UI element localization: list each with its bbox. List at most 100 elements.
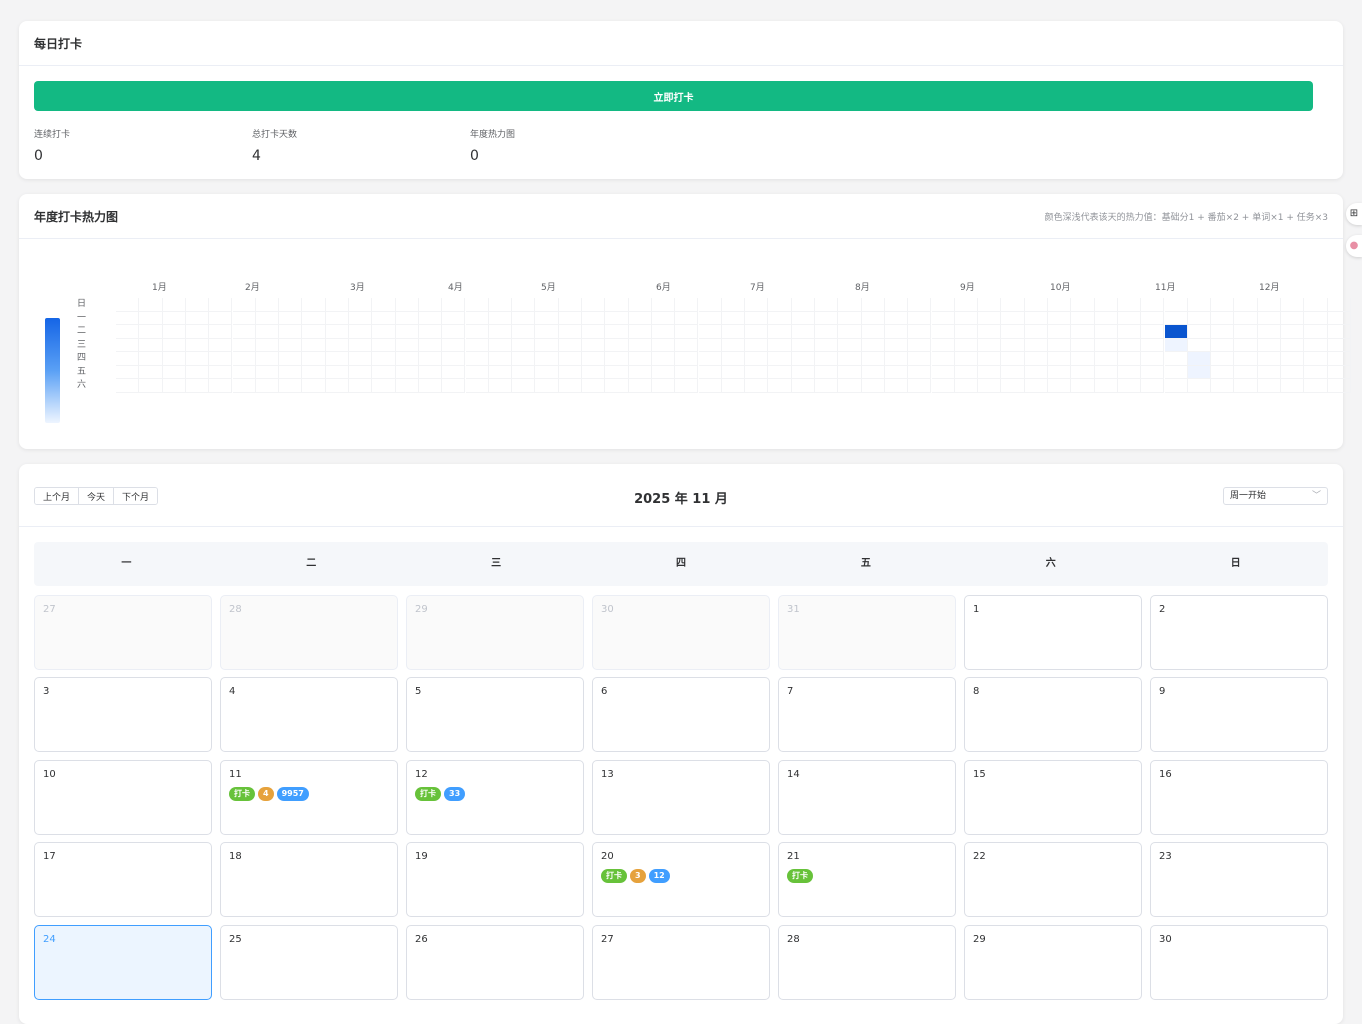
heatmap-cell[interactable]	[1094, 311, 1118, 325]
calendar-day[interactable]: 30	[592, 595, 770, 670]
heatmap-cell[interactable]	[884, 298, 909, 312]
heatmap-cell[interactable]	[1094, 325, 1118, 339]
calendar-day[interactable]: 22	[964, 842, 1142, 917]
heatmap-cell[interactable]	[1024, 379, 1048, 393]
heatmap-cell[interactable]	[1234, 338, 1258, 352]
heatmap-cell[interactable]	[838, 379, 862, 393]
heatmap-cell[interactable]	[325, 338, 349, 352]
avatar-icon[interactable]: ●	[1346, 235, 1362, 257]
heatmap-cell[interactable]	[978, 379, 1002, 393]
heatmap-cell[interactable]	[1327, 352, 1351, 366]
heatmap-cell[interactable]	[302, 379, 326, 393]
heatmap-cell[interactable]	[1024, 338, 1048, 352]
calendar-day[interactable]: 11 打卡 4 9957	[220, 760, 398, 835]
heatmap-cell[interactable]	[255, 338, 280, 352]
heatmap-cell[interactable]	[232, 365, 256, 379]
heatmap-cell[interactable]	[418, 311, 443, 325]
heatmap-cell[interactable]	[1001, 352, 1025, 366]
heatmap-cell[interactable]	[861, 298, 885, 312]
calendar-day[interactable]: 6	[592, 677, 770, 752]
heatmap-cell[interactable]	[791, 352, 815, 366]
heatmap-cell[interactable]	[325, 311, 349, 325]
heatmap-cell[interactable]	[1281, 365, 1305, 379]
heatmap-cell[interactable]	[418, 379, 443, 393]
heatmap-cell[interactable]	[116, 298, 140, 312]
heatmap-cell[interactable]	[1211, 379, 1235, 393]
heatmap-cell[interactable]	[815, 379, 839, 393]
heatmap-cell[interactable]	[1187, 338, 1212, 352]
heatmap-cell[interactable]	[535, 338, 559, 352]
heatmap-cell[interactable]	[162, 298, 186, 312]
heatmap-cell[interactable]	[302, 352, 326, 366]
calendar-day[interactable]: 19	[406, 842, 584, 917]
heatmap-cell[interactable]	[372, 311, 396, 325]
calendar-day[interactable]: 24	[34, 925, 212, 1000]
heatmap-cell[interactable]	[1281, 325, 1305, 339]
heatmap-cell[interactable]	[1187, 325, 1212, 339]
heatmap-cell[interactable]	[209, 325, 233, 339]
heatmap-cell[interactable]	[884, 311, 909, 325]
heatmap-cell[interactable]	[605, 338, 629, 352]
heatmap-cell[interactable]	[651, 325, 676, 339]
heatmap-cell[interactable]	[815, 325, 839, 339]
heatmap-cell[interactable]	[628, 325, 652, 339]
heatmap-cell[interactable]	[815, 298, 839, 312]
heatmap-cell[interactable]	[698, 325, 722, 339]
heatmap-cell[interactable]	[185, 379, 210, 393]
heatmap-cell[interactable]	[1094, 338, 1118, 352]
heatmap-cell[interactable]	[185, 311, 210, 325]
heatmap-cell[interactable]	[745, 338, 769, 352]
heatmap-cell[interactable]	[582, 311, 606, 325]
heatmap-cell[interactable]	[628, 379, 652, 393]
heatmap-cell[interactable]	[1024, 325, 1048, 339]
calendar-day[interactable]: 7	[778, 677, 956, 752]
heatmap-cell[interactable]	[1304, 298, 1328, 312]
heatmap-cell[interactable]	[931, 325, 955, 339]
heatmap-cell[interactable]	[325, 298, 349, 312]
heatmap-cell[interactable]	[582, 325, 606, 339]
heatmap-cell[interactable]	[582, 379, 606, 393]
heatmap-cell[interactable]	[861, 338, 885, 352]
heatmap-cell[interactable]	[302, 311, 326, 325]
heatmap-cell[interactable]	[768, 352, 792, 366]
heatmap-cell[interactable]	[185, 325, 210, 339]
heatmap-cell[interactable]	[768, 338, 792, 352]
heatmap-cell[interactable]	[535, 298, 559, 312]
heatmap-cell[interactable]	[721, 352, 746, 366]
heatmap-cell[interactable]	[1117, 365, 1142, 379]
heatmap-cell[interactable]	[978, 311, 1002, 325]
calendar-day[interactable]: 1	[964, 595, 1142, 670]
heatmap-cell[interactable]	[1071, 311, 1095, 325]
heatmap-cell[interactable]	[255, 325, 280, 339]
heatmap-cell[interactable]	[605, 325, 629, 339]
heatmap-cell[interactable]	[185, 365, 210, 379]
heatmap-cell[interactable]	[372, 365, 396, 379]
heatmap-cell[interactable]	[465, 298, 489, 312]
calendar-day[interactable]: 4	[220, 677, 398, 752]
heatmap-cell[interactable]	[791, 379, 815, 393]
heatmap-cell[interactable]	[395, 379, 419, 393]
heatmap-cell[interactable]	[302, 338, 326, 352]
heatmap-cell[interactable]	[931, 298, 955, 312]
heatmap-cell[interactable]	[488, 365, 513, 379]
heatmap-cell[interactable]	[1164, 298, 1188, 312]
heatmap-cell[interactable]	[465, 325, 489, 339]
heatmap-cell[interactable]	[745, 352, 769, 366]
calendar-day[interactable]: 28	[220, 595, 398, 670]
checkin-now-button[interactable]: 立即打卡	[34, 81, 1313, 111]
heatmap-cell[interactable]	[1141, 311, 1165, 325]
heatmap-cell[interactable]	[768, 298, 792, 312]
heatmap-cell[interactable]	[349, 311, 373, 325]
heatmap-cell[interactable]	[861, 352, 885, 366]
heatmap-cell[interactable]	[1001, 379, 1025, 393]
heatmap-cell[interactable]	[1141, 365, 1165, 379]
heatmap-cell[interactable]	[1327, 325, 1351, 339]
heatmap-cell[interactable]	[1257, 298, 1281, 312]
heatmap-cell[interactable]	[349, 352, 373, 366]
heatmap-cell[interactable]	[162, 325, 186, 339]
heatmap-cell[interactable]	[1071, 379, 1095, 393]
heatmap-cell[interactable]	[908, 311, 932, 325]
heatmap-cell[interactable]	[512, 379, 536, 393]
heatmap-cell[interactable]	[1234, 325, 1258, 339]
heatmap-cell[interactable]	[185, 338, 210, 352]
